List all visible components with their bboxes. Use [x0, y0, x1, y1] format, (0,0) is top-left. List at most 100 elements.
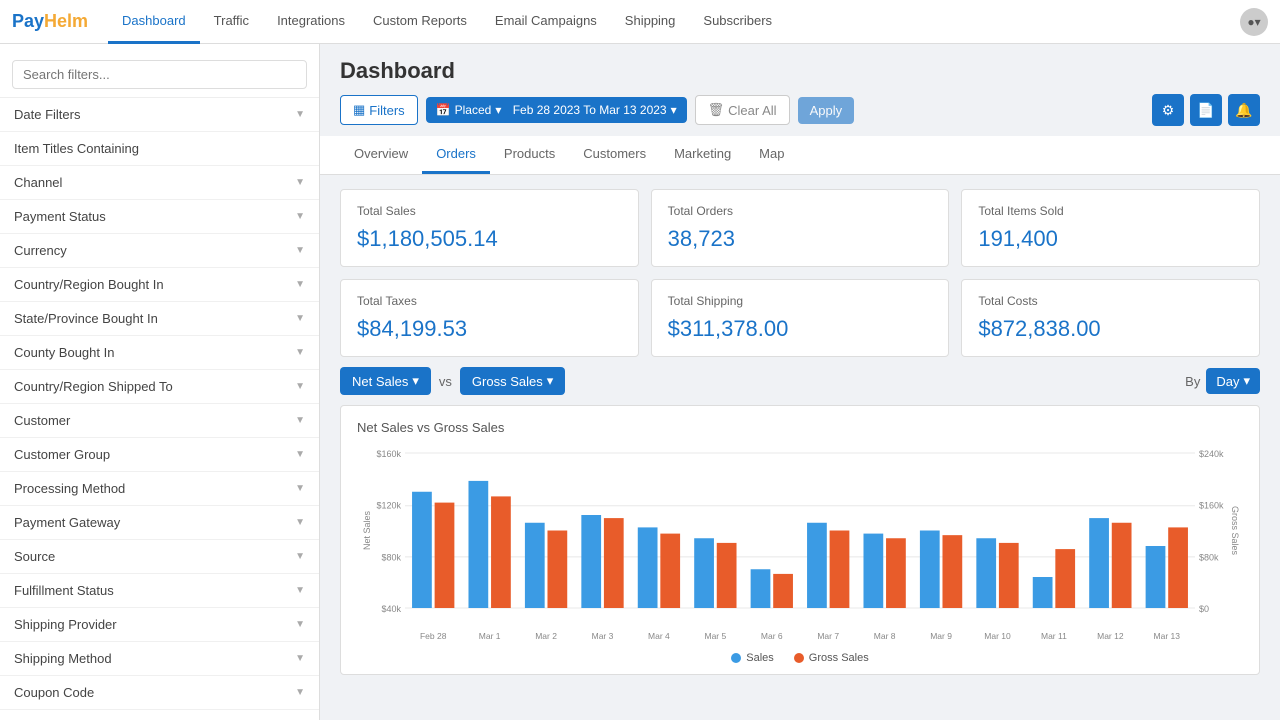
tab-customers[interactable]: Customers: [569, 136, 660, 174]
user-avatar[interactable]: ●▾: [1240, 8, 1268, 36]
metric-card-total-taxes: Total Taxes $84,199.53: [340, 279, 639, 357]
legend-dot: [794, 653, 804, 663]
metric-label: Total Taxes: [357, 294, 622, 308]
metric-card-total-shipping: Total Shipping $311,378.00: [651, 279, 950, 357]
chevron-icon: ▼: [295, 279, 305, 290]
svg-text:$0: $0: [1199, 604, 1209, 614]
svg-text:Mar 1: Mar 1: [479, 631, 501, 641]
chevron-icon: ▼: [295, 449, 305, 460]
chevron-icon: ▼: [295, 211, 305, 222]
tab-products[interactable]: Products: [490, 136, 569, 174]
tab-overview[interactable]: Overview: [340, 136, 422, 174]
chart-title: Net Sales vs Gross Sales: [357, 420, 1243, 435]
svg-text:$80k: $80k: [381, 552, 401, 562]
day-button[interactable]: Day ▾: [1206, 368, 1260, 394]
svg-text:Mar 13: Mar 13: [1154, 631, 1181, 641]
apply-button[interactable]: Apply: [798, 97, 855, 124]
filter-item-item-titles-containing[interactable]: Item Titles Containing: [0, 132, 319, 166]
nav-link-custom-reports[interactable]: Custom Reports: [359, 0, 481, 44]
legend-item-sales: Sales: [731, 652, 774, 664]
filter-item-shipping-provider[interactable]: Shipping Provider▼: [0, 608, 319, 642]
metric-label: Total Items Sold: [978, 204, 1243, 218]
chevron-icon: ▼: [295, 551, 305, 562]
filter-item-country-region-shipped-to[interactable]: Country/Region Shipped To▼: [0, 370, 319, 404]
chevron-icon: ▼: [295, 585, 305, 596]
metric-label: Total Sales: [357, 204, 622, 218]
filter-item-brand[interactable]: Brand▼: [0, 710, 319, 720]
nav-link-dashboard[interactable]: Dashboard: [108, 0, 200, 44]
svg-text:$160k: $160k: [376, 449, 401, 459]
filter-item-source[interactable]: Source▼: [0, 540, 319, 574]
clear-all-button[interactable]: 🗑 Clear All: [695, 95, 790, 125]
svg-text:$80k: $80k: [1199, 552, 1219, 562]
chevron-icon: ▼: [295, 347, 305, 358]
filter-item-coupon-code[interactable]: Coupon Code▼: [0, 676, 319, 710]
metric-card-total-sales: Total Sales $1,180,505.14: [340, 189, 639, 267]
filter-item-shipping-method[interactable]: Shipping Method▼: [0, 642, 319, 676]
by-label: By: [1185, 374, 1200, 389]
search-input[interactable]: [12, 60, 307, 89]
metric-value: 38,723: [668, 226, 933, 252]
svg-text:Gross Sales: Gross Sales: [1230, 506, 1240, 556]
nav-link-email-campaigns[interactable]: Email Campaigns: [481, 0, 611, 44]
tab-marketing[interactable]: Marketing: [660, 136, 745, 174]
top-nav: PayHelm DashboardTrafficIntegrationsCust…: [0, 0, 1280, 44]
chart-controls-right: By Day ▾: [1185, 368, 1260, 394]
chevron-icon: ▼: [295, 517, 305, 528]
nav-right: ●▾: [1240, 8, 1268, 36]
filter-item-county-bought-in[interactable]: County Bought In▼: [0, 336, 319, 370]
legend-item-gross-sales: Gross Sales: [794, 652, 869, 664]
svg-text:Mar 5: Mar 5: [704, 631, 726, 641]
tab-orders[interactable]: Orders: [422, 136, 490, 174]
vs-label: vs: [439, 374, 452, 389]
svg-text:Mar 11: Mar 11: [1041, 631, 1067, 641]
sidebar: Date Filters▼Item Titles ContainingChann…: [0, 44, 320, 720]
filter-item-state-province-bought-in[interactable]: State/Province Bought In▼: [0, 302, 319, 336]
main-layout: Date Filters▼Item Titles ContainingChann…: [0, 44, 1280, 720]
net-sales-button[interactable]: Net Sales ▾: [340, 367, 431, 395]
placed-filter[interactable]: 📅 Placed ▾ Feb 28 2023 To Mar 13 2023 ▾: [426, 97, 687, 123]
filter-item-payment-gateway[interactable]: Payment Gateway▼: [0, 506, 319, 540]
metric-card-total-items-sold: Total Items Sold 191,400: [961, 189, 1260, 267]
filter-item-date-filters[interactable]: Date Filters▼: [0, 98, 319, 132]
svg-text:$160k: $160k: [1199, 501, 1224, 511]
logo: PayHelm: [12, 11, 88, 32]
chevron-icon: ▼: [295, 653, 305, 664]
trash-icon: 🗑: [708, 102, 725, 118]
filter-item-currency[interactable]: Currency▼: [0, 234, 319, 268]
chart-svg: $160k$120k$80k$40k$240k$160k$80k$0Net Sa…: [357, 443, 1243, 643]
metric-value: $84,199.53: [357, 316, 622, 342]
svg-text:Mar 12: Mar 12: [1097, 631, 1124, 641]
svg-text:Mar 3: Mar 3: [592, 631, 614, 641]
chevron-icon: ▼: [295, 109, 305, 120]
notification-icon-button[interactable]: 🔔: [1228, 94, 1260, 126]
settings-icon-button[interactable]: ⚙: [1152, 94, 1184, 126]
filter-item-country-region-bought-in[interactable]: Country/Region Bought In▼: [0, 268, 319, 302]
nav-link-integrations[interactable]: Integrations: [263, 0, 359, 44]
metric-value: $311,378.00: [668, 316, 933, 342]
chevron-icon: ▼: [295, 245, 305, 256]
metric-value: 191,400: [978, 226, 1243, 252]
svg-text:Mar 7: Mar 7: [817, 631, 839, 641]
filter-item-payment-status[interactable]: Payment Status▼: [0, 200, 319, 234]
filter-item-customer[interactable]: Customer▼: [0, 404, 319, 438]
chart-section: Net Sales ▾ vs Gross Sales ▾ By Day ▾ Ne…: [320, 367, 1280, 689]
filter-item-processing-method[interactable]: Processing Method▼: [0, 472, 319, 506]
nav-link-shipping[interactable]: Shipping: [611, 0, 690, 44]
filters-button[interactable]: ▦ Filters: [340, 95, 418, 125]
svg-text:Net Sales: Net Sales: [362, 510, 372, 550]
filter-item-fulfillment-status[interactable]: Fulfillment Status▼: [0, 574, 319, 608]
toolbar: ▦ Filters 📅 Placed ▾ Feb 28 2023 To Mar …: [340, 94, 1260, 126]
chart-legend: Sales Gross Sales: [357, 652, 1243, 664]
gross-sales-button[interactable]: Gross Sales ▾: [460, 367, 565, 395]
filter-list: Date Filters▼Item Titles ContainingChann…: [0, 98, 319, 720]
nav-link-subscribers[interactable]: Subscribers: [689, 0, 786, 44]
tab-map[interactable]: Map: [745, 136, 798, 174]
filter-item-channel[interactable]: Channel▼: [0, 166, 319, 200]
metric-label: Total Shipping: [668, 294, 933, 308]
chevron-icon: ▼: [295, 687, 305, 698]
tabs-bar: OverviewOrdersProductsCustomersMarketing…: [320, 136, 1280, 175]
nav-link-traffic[interactable]: Traffic: [200, 0, 263, 44]
filter-item-customer-group[interactable]: Customer Group▼: [0, 438, 319, 472]
export-icon-button[interactable]: 📄: [1190, 94, 1222, 126]
